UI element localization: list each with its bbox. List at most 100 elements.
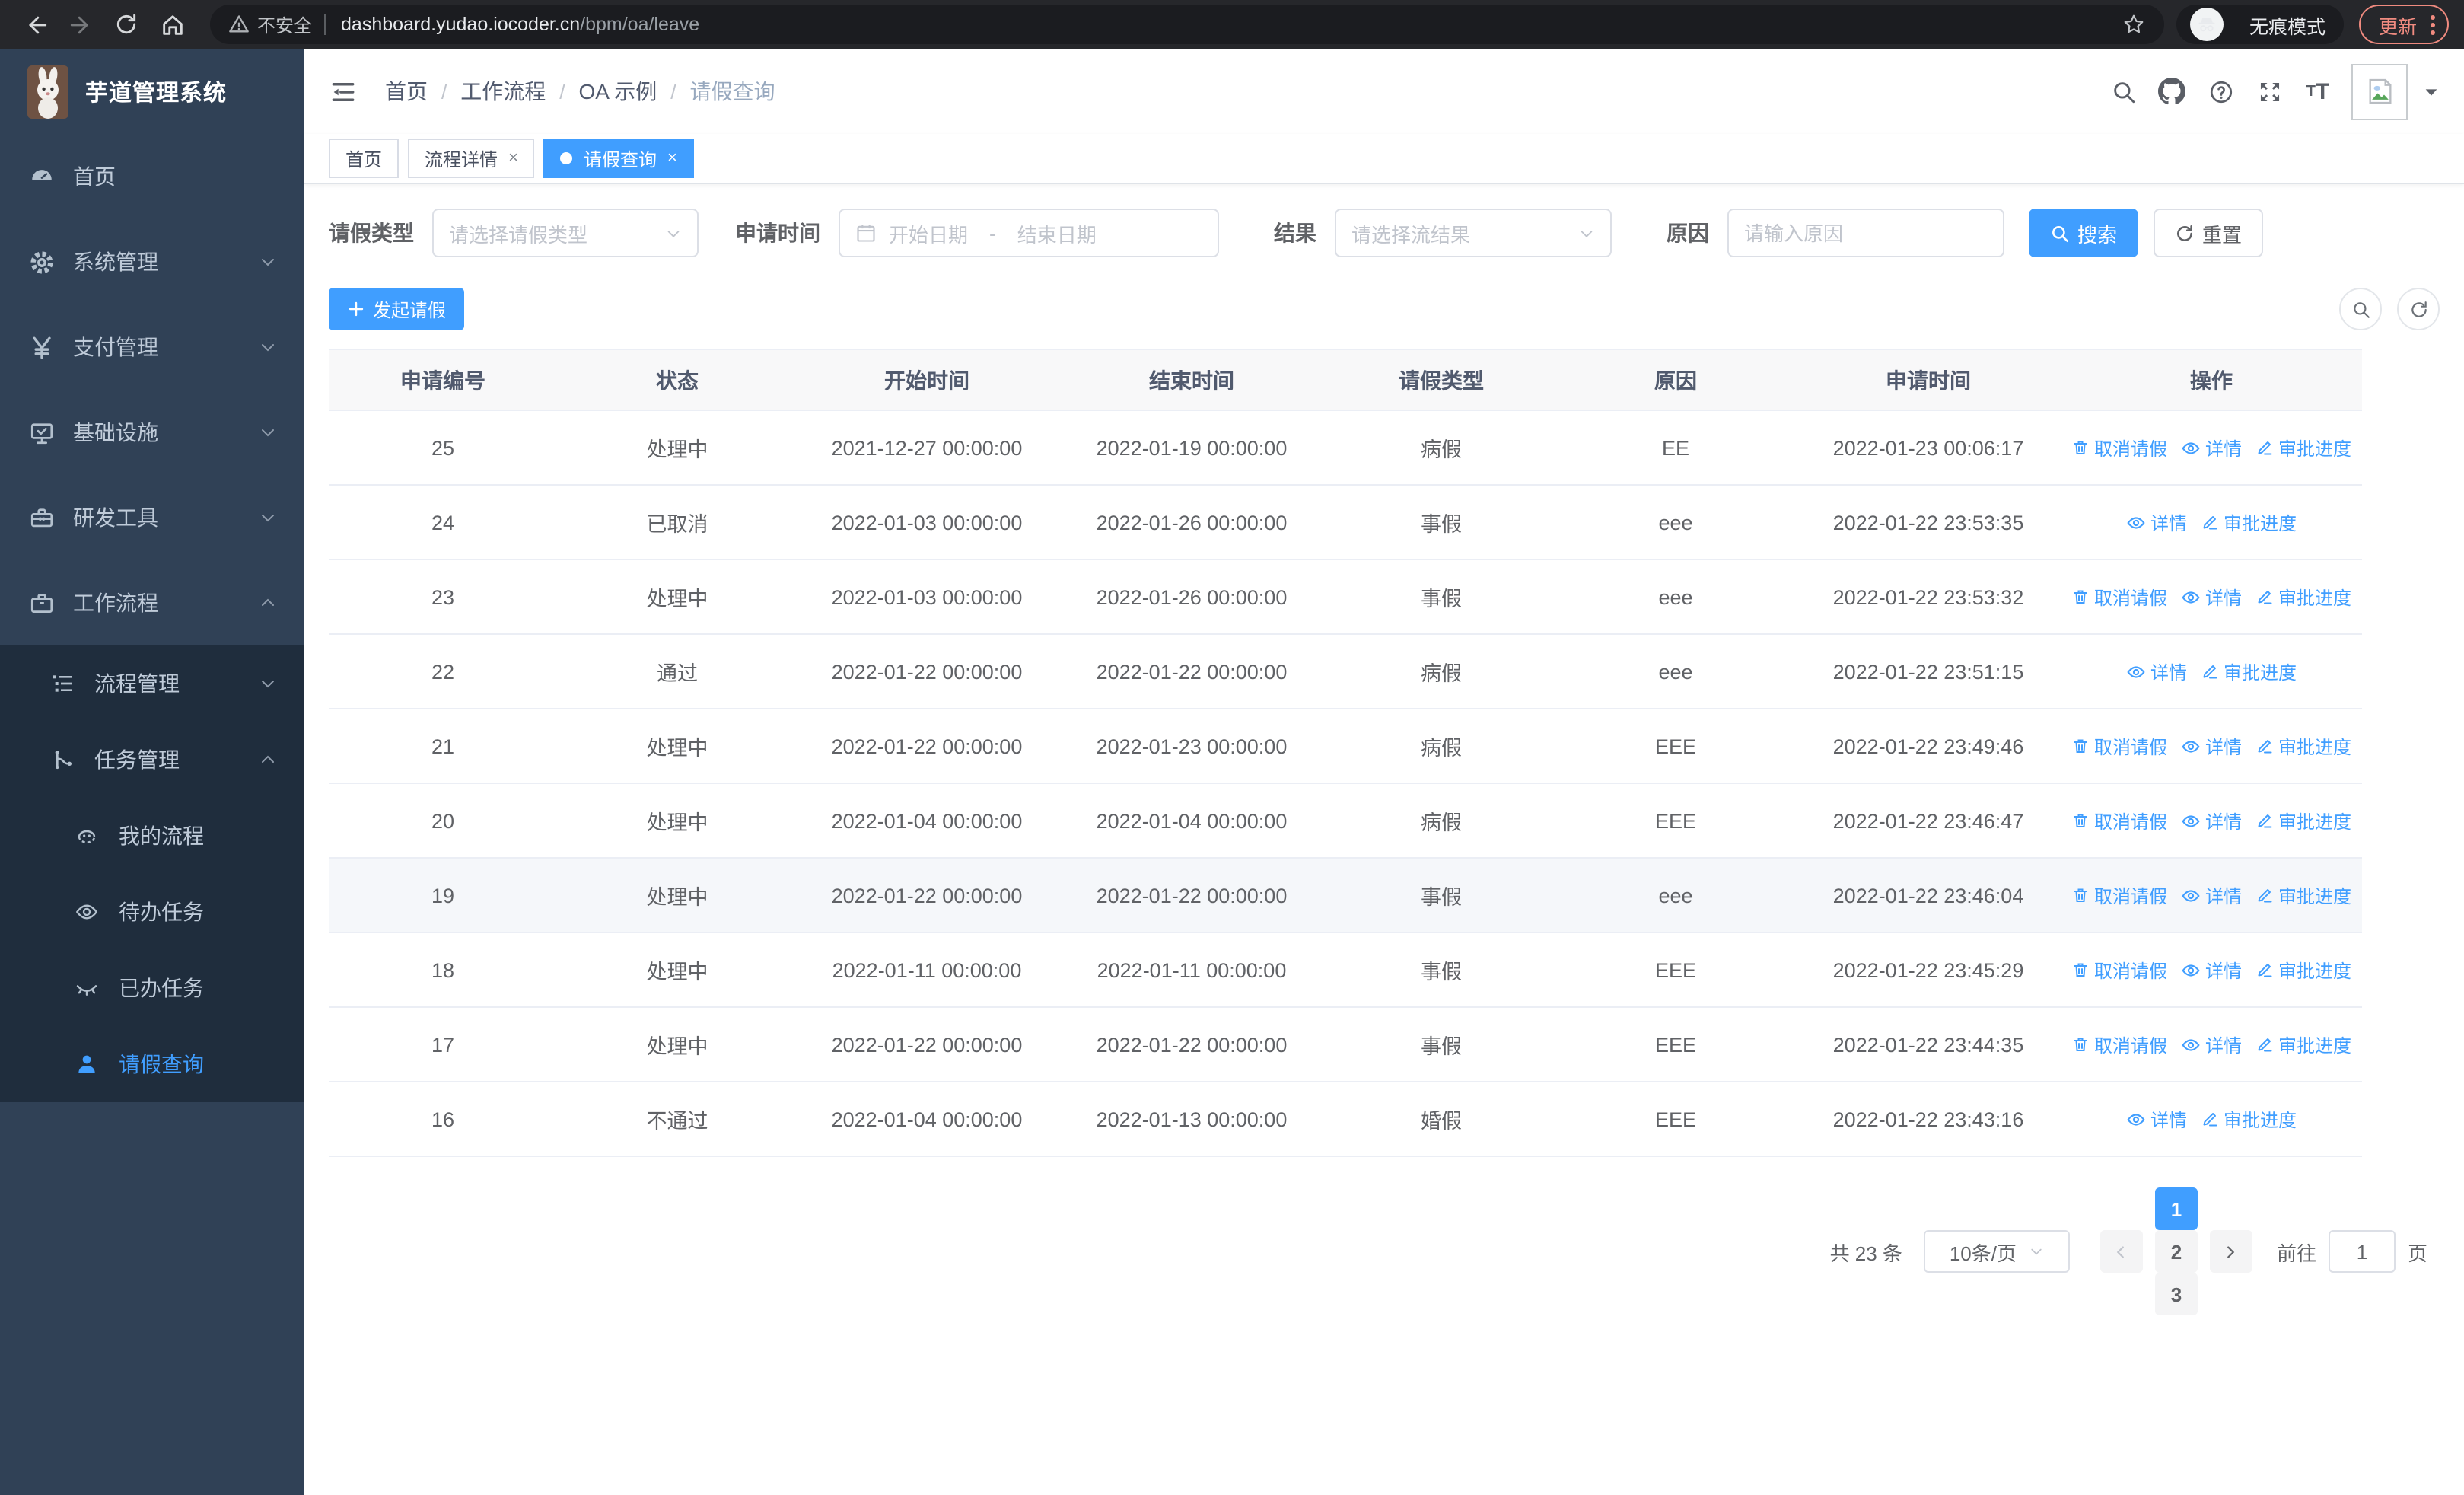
action-cancel-link[interactable]: 取消请假 [2071, 882, 2167, 908]
action-progress-link[interactable]: 审批进度 [2255, 584, 2351, 610]
action-progress-link[interactable]: 审批进度 [2255, 808, 2351, 834]
table-row[interactable]: 22 通过 2022-01-22 00:00:00 2022-01-22 00:… [329, 635, 2362, 709]
sidebar-item-devtools[interactable]: 研发工具 [0, 475, 304, 560]
page-content: 请假类型 请选择请假类型 申请时间 开始日期 - 结束日期 结果 请选择流结果 … [304, 184, 2464, 1495]
sidebar-collapse-icon[interactable] [329, 77, 358, 106]
next-page-button[interactable] [2209, 1230, 2252, 1273]
action-cancel-link[interactable]: 取消请假 [2071, 584, 2167, 610]
app-logo[interactable]: 芋道管理系统 [0, 49, 304, 134]
browser-reload-icon[interactable] [107, 5, 146, 44]
font-size-icon[interactable]: TT [2294, 67, 2342, 116]
browser-back-icon[interactable] [15, 5, 55, 44]
action-detail-link[interactable]: 详情 [2181, 733, 2242, 759]
refresh-table-button[interactable] [2397, 288, 2440, 330]
sidebar-item-done-tasks[interactable]: 已办任务 [0, 950, 304, 1026]
action-progress-link[interactable]: 审批进度 [2255, 1031, 2351, 1057]
bookmark-star-icon[interactable] [2122, 12, 2146, 37]
sidebar-item-my-processes[interactable]: 我的流程 [0, 798, 304, 874]
action-progress-link[interactable]: 审批进度 [2255, 435, 2351, 461]
browser-menu-icon[interactable] [2431, 14, 2435, 34]
breadcrumb-separator: / [670, 80, 676, 103]
sidebar-item-task-management[interactable]: 任务管理 [0, 722, 304, 798]
breadcrumb-item[interactable]: OA 示例 [579, 76, 657, 107]
browser-home-icon[interactable] [152, 5, 192, 44]
action-cancel-link[interactable]: 取消请假 [2071, 1031, 2167, 1057]
help-icon[interactable] [2196, 67, 2245, 116]
gear-icon [27, 248, 55, 276]
table-row[interactable]: 24 已取消 2022-01-03 00:00:00 2022-01-26 00… [329, 486, 2362, 560]
table-row[interactable]: 16 不通过 2022-01-04 00:00:00 2022-01-13 00… [329, 1082, 2362, 1157]
tab-close-icon[interactable]: × [508, 149, 518, 167]
sidebar-item-infrastructure[interactable]: 基础设施 [0, 390, 304, 475]
action-progress-link[interactable]: 审批进度 [2255, 957, 2351, 983]
reason-input[interactable] [1727, 209, 2004, 257]
action-detail-link[interactable]: 详情 [2181, 435, 2242, 461]
browser-update-button[interactable]: 更新 [2358, 5, 2449, 44]
toggle-search-button[interactable] [2339, 288, 2382, 330]
action-detail-link[interactable]: 详情 [2181, 957, 2242, 983]
action-detail-link[interactable]: 详情 [2181, 882, 2242, 908]
reset-button[interactable]: 重置 [2154, 209, 2264, 257]
action-detail-link[interactable]: 详情 [2181, 1031, 2242, 1057]
table-row[interactable]: 17 处理中 2022-01-22 00:00:00 2022-01-22 00… [329, 1008, 2362, 1082]
fullscreen-icon[interactable] [2245, 67, 2294, 116]
cell-apply-id: 17 [431, 1033, 455, 1056]
action-cancel-link[interactable]: 取消请假 [2071, 957, 2167, 983]
prev-page-button[interactable] [2099, 1230, 2143, 1273]
table-row[interactable]: 20 处理中 2022-01-04 00:00:00 2022-01-04 00… [329, 784, 2362, 859]
browser-forward-icon[interactable] [61, 5, 100, 44]
sidebar-item-todo-tasks[interactable]: 待办任务 [0, 874, 304, 950]
avatar-caret-icon[interactable] [2423, 83, 2440, 100]
sidebar-item-system[interactable]: 系统管理 [0, 219, 304, 304]
security-warning-icon[interactable] [228, 14, 250, 35]
create-leave-button[interactable]: 发起请假 [329, 288, 465, 330]
breadcrumb-item[interactable]: 首页 [385, 76, 428, 107]
tab-close-icon[interactable]: × [667, 149, 677, 167]
apply-time-range-picker[interactable]: 开始日期 - 结束日期 [839, 209, 1219, 257]
action-cancel-link[interactable]: 取消请假 [2071, 808, 2167, 834]
action-progress-link[interactable]: 审批进度 [2201, 658, 2297, 684]
action-progress-link[interactable]: 审批进度 [2255, 882, 2351, 908]
sidebar-item-leave-query[interactable]: 请假查询 [0, 1026, 304, 1102]
cell-reason: EE [1661, 436, 1689, 459]
table-row[interactable]: 18 处理中 2022-01-11 00:00:00 2022-01-11 00… [329, 933, 2362, 1008]
table-row[interactable]: 23 处理中 2022-01-03 00:00:00 2022-01-26 00… [329, 560, 2362, 635]
sidebar-item-workflow[interactable]: 工作流程 [0, 560, 304, 645]
eye-icon [2181, 736, 2201, 756]
search-icon[interactable] [2099, 67, 2147, 116]
page-button-2[interactable]: 2 [2154, 1230, 2198, 1273]
github-icon[interactable] [2147, 67, 2196, 116]
result-select[interactable]: 请选择流结果 [1335, 209, 1612, 257]
cell-end-time: 2022-01-26 00:00:00 [1096, 585, 1288, 608]
table-row[interactable]: 25 处理中 2021-12-27 00:00:00 2022-01-19 00… [329, 411, 2362, 486]
tab-process-detail[interactable]: 流程详情 × [408, 139, 535, 178]
sidebar-item-payment[interactable]: 支付管理 [0, 304, 304, 390]
page-size-select[interactable]: 10条/页 [1923, 1230, 2070, 1273]
sidebar-item-home[interactable]: 首页 [0, 134, 304, 219]
tab-home[interactable]: 首页 [329, 139, 400, 178]
action-cancel-link[interactable]: 取消请假 [2071, 435, 2167, 461]
table-row[interactable]: 19 处理中 2022-01-22 00:00:00 2022-01-22 00… [329, 859, 2362, 933]
address-bar[interactable]: 不安全 dashboard.yudao.iocoder.cn/bpm/oa/le… [210, 5, 2164, 44]
tab-leave-query[interactable]: 请假查询 × [543, 139, 694, 178]
table-row[interactable]: 21 处理中 2022-01-22 00:00:00 2022-01-23 00… [329, 709, 2362, 784]
action-detail-link[interactable]: 详情 [2181, 808, 2242, 834]
search-button[interactable]: 搜索 [2029, 209, 2139, 257]
action-cancel-link[interactable]: 取消请假 [2071, 733, 2167, 759]
sidebar-item-process-management[interactable]: 流程管理 [0, 645, 304, 722]
action-detail-link[interactable]: 详情 [2126, 1106, 2187, 1132]
breadcrumb-item[interactable]: 工作流程 [460, 76, 546, 107]
action-detail-link[interactable]: 详情 [2126, 658, 2187, 684]
page-button-1[interactable]: 1 [2154, 1187, 2198, 1230]
action-progress-link[interactable]: 审批进度 [2201, 1106, 2297, 1132]
action-progress-link[interactable]: 审批进度 [2201, 509, 2297, 535]
security-warning-label: 不安全 [257, 14, 313, 36]
avatar[interactable] [2351, 63, 2408, 120]
action-detail-link[interactable]: 详情 [2126, 509, 2187, 535]
action-progress-link[interactable]: 审批进度 [2255, 733, 2351, 759]
action-label: 详情 [2205, 885, 2242, 907]
action-detail-link[interactable]: 详情 [2181, 584, 2242, 610]
leave-type-select[interactable]: 请选择请假类型 [432, 209, 699, 257]
jump-page-input[interactable] [2328, 1230, 2396, 1273]
page-button-3[interactable]: 3 [2154, 1273, 2198, 1315]
